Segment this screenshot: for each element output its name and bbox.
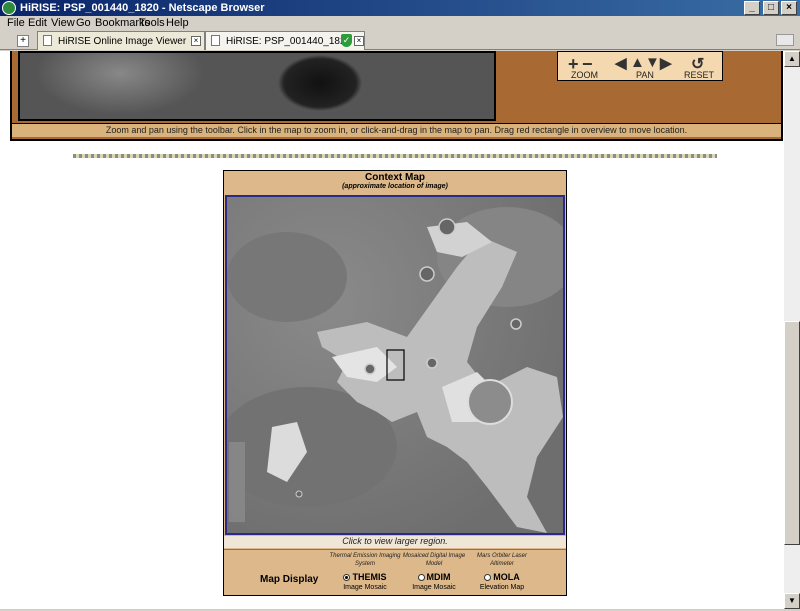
option-mdim: Mosaiced Digital Image Model MDIM Image … xyxy=(398,552,470,591)
context-map-image[interactable] xyxy=(225,195,565,535)
option-type: Image Mosaic xyxy=(412,584,456,591)
page-icon xyxy=(211,35,220,46)
menu-bar: File Edit View Go Bookmarks Tools Help xyxy=(0,16,800,30)
radio-unselected-icon[interactable] xyxy=(484,574,492,582)
image-viewer-panel: + − ◀ ▲ ▼ ▶ ↺ ZOOM PAN RESET Zoom and pa… xyxy=(10,51,783,141)
tab-label: HiRISE: PSP_001440_1820 xyxy=(226,36,352,47)
page-viewport: + − ◀ ▲ ▼ ▶ ↺ ZOOM PAN RESET Zoom and pa… xyxy=(0,51,784,609)
radio-selected-icon[interactable] xyxy=(343,574,351,582)
new-tab-button[interactable]: + xyxy=(17,35,29,47)
map-caption[interactable]: Click to view larger region. xyxy=(224,536,566,548)
option-type: Elevation Map xyxy=(479,584,525,591)
radio-mola[interactable]: MOLA xyxy=(466,572,538,582)
context-map-panel: Context Map (approximate location of ima… xyxy=(223,170,567,596)
option-type: Image Mosaic xyxy=(343,584,387,591)
map-display-options: Map Display Thermal Emission Imaging Sys… xyxy=(224,549,566,595)
reset-label: RESET xyxy=(684,70,715,80)
menu-help[interactable]: Help xyxy=(166,17,189,29)
tab-hirise-image[interactable]: HiRISE: PSP_001440_1820 ✓ × xyxy=(205,31,365,50)
tab-image-viewer[interactable]: HiRISE Online Image Viewer × xyxy=(37,31,205,50)
context-map-subtitle: (approximate location of image) xyxy=(342,183,448,190)
hirise-image-map[interactable] xyxy=(18,51,496,121)
tab-list-icon[interactable] xyxy=(776,34,794,46)
security-shield-icon: ✓ xyxy=(341,34,352,47)
minimize-button[interactable]: _ xyxy=(744,1,760,15)
viewer-help-text: Zoom and pan using the toolbar. Click in… xyxy=(12,123,781,137)
netscape-icon xyxy=(2,1,16,15)
tab-label: HiRISE Online Image Viewer xyxy=(58,36,187,47)
close-button[interactable]: × xyxy=(781,1,797,15)
menu-file[interactable]: File xyxy=(7,17,25,29)
maximize-button[interactable]: □ xyxy=(763,1,779,15)
radio-mdim[interactable]: MDIM xyxy=(398,572,470,582)
scroll-down-icon[interactable]: ▼ xyxy=(784,593,800,609)
pan-label: PAN xyxy=(636,70,654,80)
menu-go[interactable]: Go xyxy=(76,17,91,29)
menu-view[interactable]: View xyxy=(51,17,75,29)
window-title: HiRISE: PSP_001440_1820 - Netscape Brows… xyxy=(20,2,265,14)
pan-up-icon[interactable]: ▲ xyxy=(630,54,645,71)
title-bar: HiRISE: PSP_001440_1820 - Netscape Brows… xyxy=(0,0,800,16)
menu-edit[interactable]: Edit xyxy=(28,17,47,29)
radio-unselected-icon[interactable] xyxy=(417,574,425,582)
context-map-header: Context Map (approximate location of ima… xyxy=(224,171,566,193)
vertical-scrollbar[interactable]: ▲ ▼ xyxy=(784,51,800,609)
pan-right-icon[interactable]: ▶ xyxy=(660,54,672,72)
scroll-up-icon[interactable]: ▲ xyxy=(784,51,800,67)
close-tab-icon[interactable]: × xyxy=(354,36,364,46)
pan-down-icon[interactable]: ▼ xyxy=(645,54,660,71)
scroll-thumb[interactable] xyxy=(784,321,800,545)
zoom-label: ZOOM xyxy=(571,70,598,80)
viewer-toolbar: + − ◀ ▲ ▼ ▶ ↺ ZOOM PAN RESET xyxy=(557,51,723,81)
option-mola: Mars Orbiter Laser Altimeter MOLA Elevat… xyxy=(466,552,538,591)
menu-tools[interactable]: Tools xyxy=(139,17,165,29)
tab-bar: + HiRISE Online Image Viewer × HiRISE: P… xyxy=(0,30,800,50)
mars-terrain-map[interactable] xyxy=(227,197,563,533)
option-description: Mosaiced Digital Image Model xyxy=(402,553,466,567)
option-themis: Thermal Emission Imaging System THEMIS I… xyxy=(329,552,401,591)
pan-left-icon[interactable]: ◀ xyxy=(615,54,627,72)
option-description: Thermal Emission Imaging System xyxy=(329,553,401,567)
map-display-label: Map Display xyxy=(260,574,319,585)
context-map-title: Context Map xyxy=(365,172,425,183)
page-icon xyxy=(43,35,52,46)
option-description: Mars Orbiter Laser Altimeter xyxy=(476,553,527,567)
radio-themis[interactable]: THEMIS xyxy=(329,572,401,582)
decorative-divider xyxy=(73,154,717,158)
close-tab-icon[interactable]: × xyxy=(191,36,201,46)
